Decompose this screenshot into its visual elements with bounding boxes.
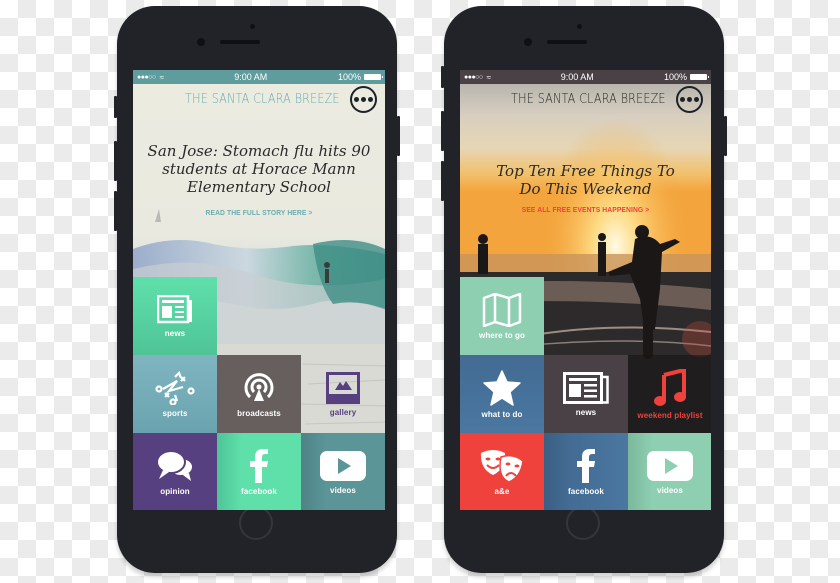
front-camera <box>577 24 582 29</box>
volume-down-button <box>441 161 444 201</box>
proximity-sensor <box>197 38 205 46</box>
earpiece-speaker <box>220 40 260 44</box>
see-all-events-link[interactable]: SEE ALL FREE EVENTS HAPPENING > <box>473 205 699 214</box>
wifi-icon: ≈ <box>486 72 491 82</box>
proximity-sensor <box>524 38 532 46</box>
menu-button[interactable] <box>350 85 377 113</box>
tile-label: where to go <box>479 330 525 340</box>
tile-label: videos <box>330 485 356 495</box>
ellipsis-icon-dot <box>354 96 359 102</box>
tile-news[interactable]: news <box>544 355 628 433</box>
tile-label: news <box>575 407 597 417</box>
mute-switch <box>441 66 444 88</box>
theater-masks-icon <box>480 449 524 483</box>
battery-percent: 100% <box>663 72 687 82</box>
status-time: 9:00 AM <box>234 72 268 82</box>
headline[interactable]: Top Ten Free Things To Do This Weekend <box>460 162 711 198</box>
ellipsis-icon-dot <box>368 96 373 102</box>
playbook-icon <box>155 370 195 405</box>
signal-icon: ●●●○○ <box>464 73 483 81</box>
screen: ●●●○○ ≈ 9:00 AM 100% THE SANTA CLARA BRE… <box>133 70 385 510</box>
tile-gallery[interactable]: gallery <box>301 355 385 433</box>
earpiece-speaker <box>547 40 587 44</box>
map-icon <box>482 292 522 327</box>
front-camera <box>250 24 255 29</box>
tile-sports[interactable]: sports <box>133 355 217 433</box>
status-bar: ●●●○○ ≈ 9:00 AM 100% <box>460 70 711 84</box>
power-button <box>724 116 727 156</box>
volume-up-button <box>114 141 117 181</box>
battery-percent: 100% <box>337 72 361 82</box>
home-button[interactable] <box>239 506 273 540</box>
facebook-icon <box>577 448 595 483</box>
tile-label: videos <box>657 485 683 495</box>
star-icon <box>483 369 521 406</box>
tile-label: weekend playlist <box>637 410 703 420</box>
masthead: THE SANTA CLARA BREEZE <box>133 84 385 114</box>
battery-icon <box>690 74 709 80</box>
play-icon <box>320 450 366 481</box>
speech-bubbles-icon <box>156 449 194 481</box>
tile-news[interactable]: news <box>133 277 217 355</box>
tile-grid: news sports broadcasts gallery opinion f… <box>133 277 385 510</box>
signal-icon: ●●●○○ <box>137 73 156 81</box>
publication-title: THE SANTA CLARA BREEZE <box>511 91 666 107</box>
menu-button[interactable] <box>676 85 703 113</box>
masthead: THE SANTA CLARA BREEZE <box>460 84 711 114</box>
wifi-icon: ≈ <box>159 72 164 82</box>
phone-right: ●●●○○ ≈ 9:00 AM 100% THE SANTA CLARA BRE… <box>441 6 727 573</box>
power-button <box>397 116 400 156</box>
broadcast-icon <box>244 372 274 401</box>
volume-up-button <box>441 111 444 151</box>
music-note-icon <box>654 368 686 406</box>
tile-label: sports <box>162 408 188 418</box>
tile-grid: where to go what to do news weekend play… <box>460 277 711 510</box>
facebook-icon <box>250 448 268 483</box>
newspaper-icon <box>157 294 192 323</box>
phone-left: ●●●○○ ≈ 9:00 AM 100% THE SANTA CLARA BRE… <box>114 6 400 573</box>
play-icon <box>647 450 693 481</box>
tile-label: facebook <box>241 486 277 496</box>
tile-label: opinion <box>160 486 190 496</box>
ellipsis-icon-dot <box>694 96 699 102</box>
tile-label: facebook <box>568 486 604 496</box>
tile-videos[interactable]: videos <box>301 433 385 510</box>
tile-label: a&e <box>494 486 510 496</box>
volume-down-button <box>114 191 117 231</box>
newspaper-icon <box>563 371 609 404</box>
tile-label: what to do <box>481 409 523 419</box>
tile-a-and-e[interactable]: a&e <box>460 433 544 510</box>
publication-title: THE SANTA CLARA BREEZE <box>185 91 340 107</box>
tile-weekend-playlist[interactable]: weekend playlist <box>628 355 711 433</box>
tile-facebook[interactable]: facebook <box>217 433 301 510</box>
screen: ●●●○○ ≈ 9:00 AM 100% THE SANTA CLARA BRE… <box>460 70 711 510</box>
tile-label: gallery <box>329 407 357 417</box>
battery-icon <box>364 74 383 80</box>
ellipsis-icon-dot <box>680 96 685 102</box>
ellipsis-icon-dot <box>361 96 366 102</box>
read-story-link[interactable]: READ THE FULL STORY HERE > <box>146 208 373 217</box>
tile-facebook[interactable]: facebook <box>544 433 628 510</box>
tile-label: broadcasts <box>237 408 281 418</box>
picture-icon <box>326 371 360 404</box>
tile-what-to-do[interactable]: what to do <box>460 355 544 433</box>
ellipsis-icon-dot <box>687 96 692 102</box>
headline[interactable]: San Jose: Stomach flu hits 90 students a… <box>133 142 385 196</box>
tile-broadcasts[interactable]: broadcasts <box>217 355 301 433</box>
status-bar: ●●●○○ ≈ 9:00 AM 100% <box>133 70 385 84</box>
status-time: 9:00 AM <box>560 72 594 82</box>
tile-opinion[interactable]: opinion <box>133 433 217 510</box>
tile-videos[interactable]: videos <box>628 433 711 510</box>
tile-label: news <box>164 328 186 338</box>
tile-where-to-go[interactable]: where to go <box>460 277 544 355</box>
home-button[interactable] <box>566 506 600 540</box>
mute-switch <box>114 96 117 118</box>
